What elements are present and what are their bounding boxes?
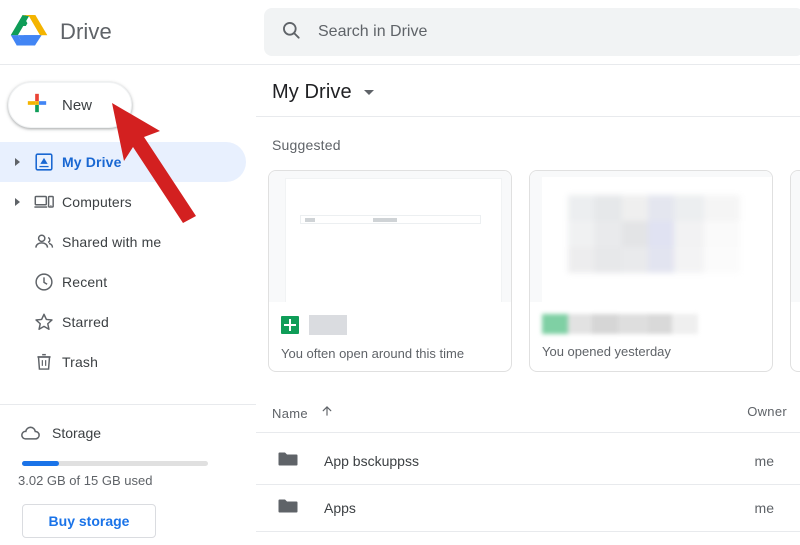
file-name: Apps bbox=[324, 500, 356, 516]
folder-icon bbox=[276, 494, 300, 523]
buy-storage-label: Buy storage bbox=[48, 513, 130, 529]
cloud-icon bbox=[8, 422, 52, 445]
sidebar-item-label: Starred bbox=[62, 314, 109, 330]
trash-icon bbox=[26, 351, 62, 373]
sidebar-item-my-drive[interactable]: My Drive bbox=[0, 142, 246, 182]
sidebar-item-computers[interactable]: Computers bbox=[0, 182, 256, 222]
sidebar-item-starred[interactable]: Starred bbox=[0, 302, 256, 342]
suggested-section-label: Suggested bbox=[272, 137, 341, 153]
column-header-owner-label: Owner bbox=[747, 404, 787, 419]
computers-icon bbox=[26, 191, 62, 213]
document-preview bbox=[286, 179, 501, 302]
document-table-row bbox=[300, 215, 481, 224]
storage-label: Storage bbox=[52, 425, 102, 441]
google-drive-window: Drive New My Drive Computers Shared with… bbox=[0, 0, 800, 545]
suggested-card[interactable] bbox=[790, 170, 800, 372]
card-caption: You opened yesterday bbox=[542, 344, 671, 359]
card-footer bbox=[791, 302, 800, 371]
google-drive-logo-icon bbox=[10, 13, 48, 52]
sidebar: Drive New My Drive Computers Shared with… bbox=[0, 0, 256, 545]
my-drive-icon bbox=[26, 151, 62, 173]
brand-header: Drive bbox=[0, 0, 256, 64]
card-footer: You opened yesterday bbox=[530, 302, 772, 371]
file-owner: me bbox=[754, 500, 774, 516]
plus-icon bbox=[26, 92, 48, 119]
search-bar[interactable] bbox=[264, 8, 800, 56]
table-row[interactable]: Apps me bbox=[256, 485, 800, 531]
expand-computers-icon[interactable] bbox=[8, 198, 26, 206]
file-name: App bsckuppss bbox=[324, 453, 419, 469]
title-divider bbox=[256, 116, 800, 117]
card-thumbnail bbox=[269, 171, 511, 302]
file-owner: me bbox=[754, 453, 774, 469]
card-filename-redacted bbox=[309, 315, 347, 335]
search-divider bbox=[256, 64, 800, 65]
page-title-row[interactable]: My Drive bbox=[272, 76, 374, 108]
sidebar-item-label: Trash bbox=[62, 354, 99, 370]
storage-divider bbox=[0, 404, 256, 405]
card-meta-redacted bbox=[542, 314, 760, 334]
column-header-name[interactable]: Name bbox=[272, 404, 334, 423]
header-divider bbox=[0, 64, 256, 65]
star-icon bbox=[26, 311, 62, 333]
sidebar-item-label: Computers bbox=[62, 194, 132, 210]
new-button-label: New bbox=[62, 96, 93, 114]
arrow-up-icon[interactable] bbox=[320, 404, 334, 423]
expand-my-drive-icon[interactable] bbox=[8, 158, 26, 166]
people-icon bbox=[26, 231, 62, 253]
spreadsheet-grid-blurred bbox=[568, 195, 740, 273]
google-sheets-icon bbox=[281, 316, 299, 334]
sidebar-item-label: My Drive bbox=[62, 154, 122, 170]
sidebar-item-label: Recent bbox=[62, 274, 108, 290]
column-header-name-label: Name bbox=[272, 406, 308, 421]
table-row[interactable]: App bsckuppss me bbox=[256, 438, 800, 484]
search-icon[interactable] bbox=[280, 19, 302, 46]
suggested-card[interactable]: You opened yesterday bbox=[529, 170, 773, 372]
card-caption: You often open around this time bbox=[281, 346, 465, 361]
search-input[interactable] bbox=[318, 23, 748, 41]
card-meta bbox=[281, 314, 499, 336]
row-divider bbox=[256, 531, 800, 532]
buy-storage-button[interactable]: Buy storage bbox=[22, 504, 156, 538]
spreadsheet-preview bbox=[542, 177, 772, 302]
storage-usage-text: 3.02 GB of 15 GB used bbox=[18, 473, 153, 488]
sidebar-item-trash[interactable]: Trash bbox=[0, 342, 256, 382]
chevron-down-icon[interactable] bbox=[363, 89, 374, 95]
card-footer: You often open around this time bbox=[269, 302, 511, 371]
clock-icon bbox=[26, 271, 62, 293]
file-list-header: Name Owner bbox=[256, 398, 800, 432]
folder-icon bbox=[276, 447, 300, 476]
sidebar-item-recent[interactable]: Recent bbox=[0, 262, 256, 302]
storage-progress-bar bbox=[22, 461, 208, 466]
sidebar-nav: My Drive Computers Shared with me Recent… bbox=[0, 142, 256, 382]
page-title: My Drive bbox=[272, 80, 352, 103]
list-header-divider bbox=[256, 432, 800, 433]
storage-progress-fill bbox=[22, 461, 60, 466]
sidebar-item-storage[interactable]: Storage bbox=[8, 416, 101, 450]
sidebar-item-label: Shared with me bbox=[62, 234, 162, 250]
card-thumbnail bbox=[791, 171, 800, 302]
card-thumbnail bbox=[530, 171, 772, 302]
sidebar-item-shared-with-me[interactable]: Shared with me bbox=[0, 222, 256, 262]
brand-name: Drive bbox=[60, 19, 112, 44]
new-button[interactable]: New bbox=[8, 82, 132, 128]
suggested-card[interactable]: You often open around this time bbox=[268, 170, 512, 372]
